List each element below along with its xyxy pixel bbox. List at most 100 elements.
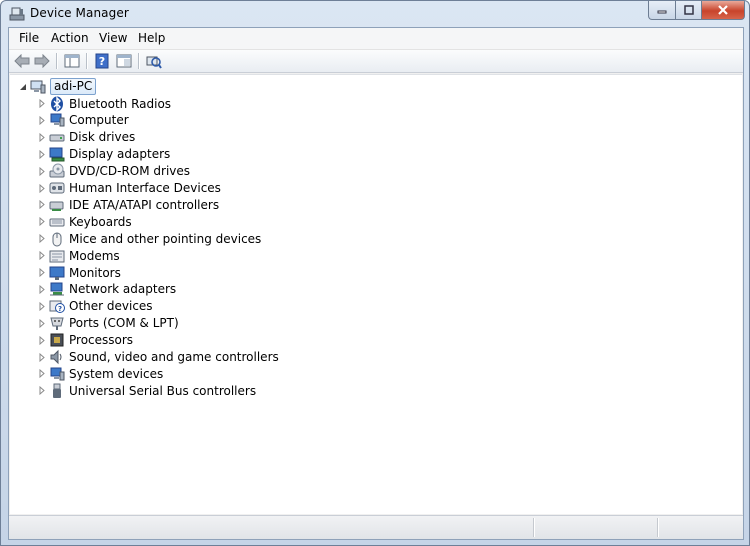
client-area: File Action View Help ? adi-PC Bluetooth… <box>8 27 744 540</box>
device-category-row[interactable]: Modems <box>37 247 120 264</box>
device-category-label: Display adapters <box>69 147 171 162</box>
device-category-row[interactable]: Processors <box>37 332 133 349</box>
device-category-row[interactable]: DVD/CD-ROM drives <box>37 163 190 180</box>
device-category-label: Ports (COM & LPT) <box>69 316 179 331</box>
help-icon: ? <box>95 53 109 69</box>
hid-icon <box>49 180 65 196</box>
expand-icon[interactable] <box>37 352 47 362</box>
expand-icon[interactable] <box>37 386 47 396</box>
close-icon <box>718 5 728 15</box>
properties-pane-button[interactable] <box>115 53 133 69</box>
minimize-icon <box>657 10 667 14</box>
forward-arrow-icon <box>34 54 50 68</box>
expand-icon[interactable] <box>37 99 47 109</box>
device-category-label: IDE ATA/ATAPI controllers <box>69 197 220 212</box>
collapse-icon[interactable] <box>18 82 28 92</box>
device-category-label: Modems <box>69 248 120 263</box>
svg-text:?: ? <box>58 305 62 313</box>
back-button[interactable] <box>13 53 31 69</box>
device-category-row[interactable]: Display adapters <box>37 146 170 163</box>
device-category-row[interactable]: System devices <box>37 365 163 382</box>
device-category-label: Mice and other pointing devices <box>69 231 262 246</box>
expand-icon[interactable] <box>37 369 47 379</box>
expand-icon[interactable] <box>37 335 47 345</box>
back-arrow-icon <box>14 54 30 68</box>
scan-hardware-changes-button[interactable] <box>145 53 163 69</box>
bluetooth-icon <box>49 95 65 112</box>
device-category-row[interactable]: Disk drives <box>37 129 135 146</box>
tree-root[interactable]: adi-PC <box>18 78 97 95</box>
show-hide-console-tree-button[interactable] <box>63 53 81 69</box>
expand-icon[interactable] <box>37 284 47 294</box>
console-tree-icon <box>64 54 80 68</box>
computer-icon <box>49 112 65 128</box>
expand-icon[interactable] <box>37 234 47 244</box>
device-category-row[interactable]: Ports (COM & LPT) <box>37 315 179 332</box>
close-button[interactable] <box>702 1 745 20</box>
other-devices-icon: ? <box>49 298 65 314</box>
sound-icon <box>49 349 65 365</box>
device-category-label: Universal Serial Bus controllers <box>69 383 257 398</box>
device-category-row[interactable]: IDE ATA/ATAPI controllers <box>37 196 219 213</box>
device-category-label: Computer <box>69 113 129 128</box>
processor-icon <box>49 332 65 348</box>
device-category-label: Bluetooth Radios <box>69 96 172 111</box>
device-category-row[interactable]: Sound, video and game controllers <box>37 349 279 366</box>
device-category-label: Human Interface Devices <box>69 181 221 195</box>
device-category-row[interactable]: Universal Serial Bus controllers <box>37 382 256 399</box>
device-category-row[interactable]: Computer <box>37 112 129 129</box>
dvd-drive-icon <box>49 163 65 179</box>
title-bar[interactable]: Device Manager <box>1 1 749 27</box>
expand-icon[interactable] <box>37 217 47 227</box>
menu-file[interactable]: File <box>19 31 39 45</box>
device-category-row[interactable]: Bluetooth Radios <box>37 95 171 112</box>
monitor-icon <box>49 265 65 281</box>
ide-controller-icon <box>49 197 65 213</box>
device-category-label: System devices <box>69 366 164 381</box>
minimize-button[interactable] <box>648 1 676 20</box>
expand-icon[interactable] <box>37 132 47 142</box>
device-manager-icon <box>9 6 25 22</box>
window-title: Device Manager <box>30 6 129 20</box>
network-adapter-icon <box>49 281 65 297</box>
expand-icon[interactable] <box>37 149 47 159</box>
device-category-row[interactable]: Human Interface Devices <box>37 180 221 197</box>
device-category-label: Keyboards <box>69 214 132 229</box>
expand-icon[interactable] <box>37 301 47 311</box>
device-category-row[interactable]: ? Other devices <box>37 298 153 315</box>
expand-icon[interactable] <box>37 115 47 125</box>
mouse-icon <box>49 231 65 247</box>
expand-icon[interactable] <box>37 166 47 176</box>
scan-hardware-icon <box>146 56 162 69</box>
device-category-label: Processors <box>69 333 134 348</box>
device-category-row[interactable]: Network adapters <box>37 281 176 298</box>
device-category-row[interactable]: Keyboards <box>37 213 132 230</box>
device-category-label: Other devices <box>69 299 153 314</box>
device-category-row[interactable]: Monitors <box>37 264 121 281</box>
status-separator <box>533 518 535 537</box>
system-devices-icon <box>49 366 65 382</box>
device-tree[interactable]: adi-PC Bluetooth Radios Computer Disk driv… <box>10 74 742 514</box>
disk-drive-icon <box>49 129 65 145</box>
toolbar-separator <box>86 53 88 69</box>
keyboard-icon <box>49 214 65 230</box>
menu-action[interactable]: Action <box>51 31 89 45</box>
expand-icon[interactable] <box>37 318 47 328</box>
expand-icon[interactable] <box>37 183 47 193</box>
menu-bar: File Action View Help <box>9 28 743 50</box>
menu-view[interactable]: View <box>99 31 127 45</box>
status-bar <box>9 515 743 539</box>
forward-button[interactable] <box>33 53 51 69</box>
device-category-row[interactable]: Mice and other pointing devices <box>37 230 261 247</box>
port-icon <box>49 315 65 331</box>
computer-icon <box>30 79 46 95</box>
menu-help[interactable]: Help <box>138 31 165 45</box>
expand-icon[interactable] <box>37 251 47 261</box>
maximize-button[interactable] <box>676 1 702 20</box>
device-category-label: Sound, video and game controllers <box>69 350 279 364</box>
computer-name-label[interactable]: adi-PC <box>50 78 97 95</box>
help-button[interactable]: ? <box>93 53 111 69</box>
expand-icon[interactable] <box>37 268 47 278</box>
device-category-label: Network adapters <box>69 282 177 297</box>
expand-icon[interactable] <box>37 200 47 210</box>
